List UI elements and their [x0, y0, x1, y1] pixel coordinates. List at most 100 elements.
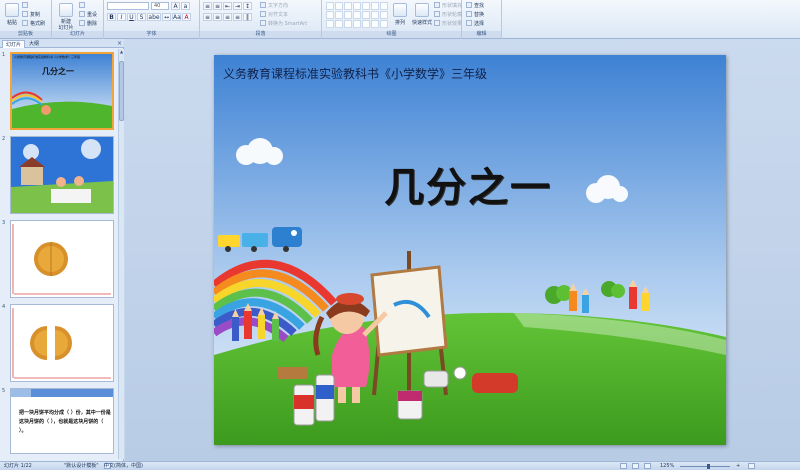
- strikethrough-button[interactable]: abe: [147, 13, 161, 21]
- numbering-button[interactable]: ≡: [213, 2, 222, 10]
- find-button[interactable]: 查找: [466, 2, 484, 10]
- paragraph-group: ≡ ≡ ⇤ ⇥ ↕ ≡ ≡ ≡ ≡ ‖ 文字方向 对齐文本 转换为 SmartA…: [200, 0, 322, 39]
- slide-title[interactable]: 几分之一: [348, 155, 588, 213]
- thumbnail-image: [10, 136, 114, 214]
- cursor-icon: [466, 20, 472, 26]
- font-name-combo[interactable]: [107, 2, 149, 10]
- grow-font-button[interactable]: A: [171, 2, 180, 10]
- scroll-thumb[interactable]: [119, 61, 124, 121]
- layout-button[interactable]: [79, 2, 87, 10]
- shape-effects-button[interactable]: 形状效果: [434, 20, 462, 28]
- thumbnail-image: [10, 304, 114, 382]
- format-painter-button[interactable]: 格式刷: [22, 20, 45, 28]
- char-spacing-button[interactable]: ↔: [162, 13, 171, 21]
- slides-label: 幻灯片: [52, 31, 103, 38]
- smartart-icon: [260, 20, 266, 26]
- fill-icon: [434, 2, 440, 8]
- effects-icon: [434, 20, 440, 26]
- paragraph-label: 段落: [200, 31, 321, 38]
- copy-button[interactable]: 复制: [22, 11, 40, 19]
- text-direction-button[interactable]: 文字方向: [260, 2, 288, 10]
- pane-tabs: 幻灯片 大纲 ×: [0, 39, 124, 48]
- quick-styles-icon: [415, 3, 429, 17]
- paste-icon: [5, 3, 19, 17]
- justify-button[interactable]: ≡: [233, 13, 242, 21]
- delete-slide-button[interactable]: 删除: [79, 20, 97, 28]
- select-button[interactable]: 选择: [466, 20, 484, 28]
- zoom-slider[interactable]: [680, 466, 730, 467]
- reset-button[interactable]: 重设: [79, 11, 97, 19]
- slides-group: 新建 幻灯片 重设 删除 幻灯片: [52, 0, 104, 39]
- align-left-button[interactable]: ≡: [203, 13, 212, 21]
- status-bar: 幻灯片 1/22 "默认设计模板" 中文(简体，中国) 125% +: [0, 461, 800, 470]
- brush-icon: [22, 20, 28, 26]
- new-slide-button[interactable]: 新建 幻灯片: [54, 2, 78, 31]
- align-center-button[interactable]: ≡: [213, 13, 222, 21]
- arrange-button[interactable]: 排列: [390, 2, 410, 30]
- slide-subtitle[interactable]: 义务教育课程标准实验教科书《小学数学》三年级: [223, 65, 487, 82]
- decrease-indent-button[interactable]: ⇤: [223, 2, 232, 10]
- font-color-button[interactable]: A: [182, 13, 191, 21]
- paste-button[interactable]: 粘贴: [2, 2, 22, 30]
- ribbon: 粘贴 复制 格式刷 剪贴板 新建 幻灯片 重设 删除 幻灯片 40 A a B …: [0, 0, 800, 39]
- align-right-button[interactable]: ≡: [223, 13, 232, 21]
- underline-button[interactable]: U: [127, 13, 136, 21]
- slide-editor[interactable]: 义务教育课程标准实验教科书《小学数学》三年级 几分之一: [125, 39, 800, 461]
- new-slide-icon: [59, 3, 73, 17]
- editing-label: 编辑: [462, 31, 501, 38]
- thumbnail-image: 把一块月饼平均分成（ ）份，其中一份是这块月饼的（ ），也就是这块月饼的（ ）。: [10, 388, 114, 454]
- arrange-icon: [393, 3, 407, 17]
- tab-slides[interactable]: 幻灯片: [2, 40, 26, 48]
- clipboard-group: 粘贴 复制 格式刷 剪贴板: [0, 0, 52, 39]
- close-icon[interactable]: ×: [117, 40, 122, 47]
- quick-styles-button[interactable]: 快速样式: [410, 2, 434, 30]
- drawing-group: 排列 快速样式 形状填充 形状轮廓 形状效果 绘图: [322, 0, 462, 39]
- font-label: 字体: [104, 31, 199, 38]
- slide-counter: 幻灯片 1/22: [4, 463, 32, 469]
- smartart-button[interactable]: 转换为 SmartArt: [260, 20, 307, 28]
- binoculars-icon: [466, 2, 472, 8]
- outline-icon: [434, 11, 440, 17]
- zoom-in-button[interactable]: +: [736, 462, 740, 470]
- layout-icon: [79, 2, 85, 8]
- italic-button[interactable]: I: [117, 13, 126, 21]
- thumbnail-image: [10, 220, 114, 298]
- pane-scrollbar[interactable]: ▲: [118, 49, 124, 459]
- zoom-level[interactable]: 125%: [660, 462, 674, 470]
- slide-background: [214, 55, 726, 445]
- scroll-up-icon[interactable]: ▲: [119, 49, 124, 55]
- reset-icon: [79, 11, 85, 17]
- bullets-button[interactable]: ≡: [203, 2, 212, 10]
- font-group: 40 A a B I U S abe ↔ Aa A 字体: [104, 0, 200, 39]
- columns-button[interactable]: ‖: [243, 13, 252, 21]
- bold-button[interactable]: B: [107, 13, 116, 21]
- replace-icon: [466, 11, 472, 17]
- shape-outline-button[interactable]: 形状轮廓: [434, 11, 462, 19]
- fit-window-icon: [748, 463, 755, 469]
- zoom-slider-knob[interactable]: [707, 464, 710, 469]
- shape-fill-button[interactable]: 形状填充: [434, 2, 462, 10]
- tab-outline[interactable]: 大纲: [26, 40, 42, 48]
- copy-icon: [22, 11, 28, 17]
- scissors-icon: [22, 2, 28, 8]
- sorter-view-icon: [632, 463, 639, 469]
- current-slide[interactable]: 义务教育课程标准实验教科书《小学数学》三年级 几分之一: [214, 55, 726, 445]
- increase-indent-button[interactable]: ⇥: [233, 2, 242, 10]
- align-text-icon: [260, 11, 266, 17]
- shrink-font-button[interactable]: a: [181, 2, 190, 10]
- thumbnail-image: 义务教育课程标准实验教科书《小学数学》三年级 几分之一: [10, 52, 114, 130]
- slides-pane: 幻灯片 大纲 × 1 义务教育课程标准实验教科书《小学数学》三年级 几分之一 2: [0, 39, 124, 461]
- editing-group: 查找 替换 选择 编辑: [462, 0, 502, 39]
- line-spacing-button[interactable]: ↕: [243, 2, 252, 10]
- drawing-label: 绘图: [322, 31, 461, 38]
- text-direction-icon: [260, 2, 266, 8]
- replace-button[interactable]: 替换: [466, 11, 484, 19]
- delete-icon: [79, 20, 85, 26]
- slideshow-icon: [644, 463, 651, 469]
- shadow-button[interactable]: S: [137, 13, 146, 21]
- change-case-button[interactable]: Aa: [172, 13, 181, 21]
- cut-button[interactable]: [22, 2, 30, 10]
- align-text-button[interactable]: 对齐文本: [260, 11, 288, 19]
- font-size-combo[interactable]: 40: [151, 2, 169, 10]
- shapes-gallery[interactable]: [326, 2, 388, 28]
